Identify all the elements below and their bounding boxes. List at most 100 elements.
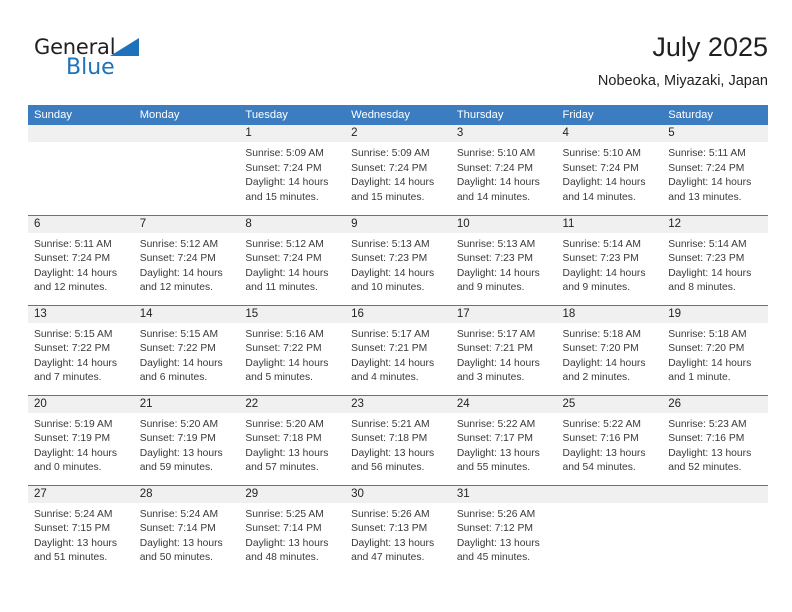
day-cell-empty	[133, 125, 240, 215]
day-cell[interactable]: 7 Sunrise: 5:12 AM Sunset: 7:24 PM Daylight…	[133, 214, 240, 305]
day-number: 29	[239, 485, 346, 503]
day-sunrise-text: Sunrise: 5:14 AM	[668, 238, 747, 250]
day-sunset-text: Sunset: 7:24 PM	[139, 253, 216, 265]
day-cell[interactable]: 26 Sunrise: 5:23 AM Sunset: 7:16 PM Dayligh…	[662, 394, 768, 485]
day-daylight2-text: and 10 minutes.	[351, 282, 425, 294]
day-cell[interactable]: 27 Sunrise: 5:24 AM Sunset: 7:15 PM Dayligh…	[28, 484, 134, 575]
day-cell-empty	[28, 125, 134, 215]
day-details: Sunrise: 5:15 AM Sunset: 7:22 PM Daylight:…	[28, 323, 134, 386]
day-sunset-text: Sunset: 7:15 PM	[34, 523, 111, 535]
day-details	[134, 142, 240, 147]
day-sunrise-text: Sunrise: 5:12 AM	[139, 238, 219, 250]
day-cell[interactable]: 6 Sunrise: 5:11 AM Sunset: 7:24 PM Daylight…	[28, 214, 134, 305]
day-details: Sunrise: 5:12 AM Sunset: 7:24 PM Daylight:…	[239, 233, 345, 296]
day-cell[interactable]: 4 Sunrise: 5:10 AM Sunset: 7:24 PM Daylight…	[556, 125, 663, 215]
day-details: Sunrise: 5:17 AM Sunset: 7:21 PM Daylight:…	[345, 323, 451, 386]
day-sunset-text: Sunset: 7:17 PM	[456, 433, 533, 445]
day-daylight1-text: Daylight: 14 hours	[456, 357, 540, 369]
day-daylight1-text: Daylight: 14 hours	[139, 267, 223, 279]
day-daylight1-text: Daylight: 14 hours	[668, 357, 752, 369]
day-daylight1-text: Daylight: 14 hours	[139, 357, 223, 369]
day-cell[interactable]: 11 Sunrise: 5:14 AM Sunset: 7:23 PM Dayligh…	[556, 214, 663, 305]
day-sunrise-text: Sunrise: 5:26 AM	[456, 508, 536, 520]
day-daylight1-text: Daylight: 14 hours	[245, 177, 329, 189]
day-cell[interactable]: 28 Sunrise: 5:24 AM Sunset: 7:14 PM Dayligh…	[133, 484, 240, 575]
day-number: 5	[662, 125, 768, 142]
day-details: Sunrise: 5:16 AM Sunset: 7:22 PM Daylight:…	[239, 323, 345, 386]
calendar-week-row: 20 Sunrise: 5:19 AM Sunset: 7:19 PM Dayligh…	[28, 394, 768, 485]
day-daylight2-text: and 13 minutes.	[668, 191, 742, 203]
day-details: Sunrise: 5:10 AM Sunset: 7:24 PM Daylight:…	[557, 142, 663, 205]
day-details: Sunrise: 5:24 AM Sunset: 7:15 PM Daylight:…	[28, 503, 134, 566]
day-details: Sunrise: 5:09 AM Sunset: 7:24 PM Daylight:…	[345, 142, 451, 205]
day-cell[interactable]: 24 Sunrise: 5:22 AM Sunset: 7:17 PM Dayligh…	[450, 394, 557, 485]
day-details: Sunrise: 5:24 AM Sunset: 7:14 PM Daylight:…	[134, 503, 240, 566]
weekday-header-sunday: Sunday	[28, 105, 134, 125]
day-cell[interactable]: 20 Sunrise: 5:19 AM Sunset: 7:19 PM Dayligh…	[28, 394, 134, 485]
day-daylight1-text: Daylight: 13 hours	[139, 537, 223, 549]
day-cell[interactable]: 22 Sunrise: 5:20 AM Sunset: 7:18 PM Dayligh…	[239, 394, 346, 485]
day-details	[28, 142, 134, 147]
day-sunset-text: Sunset: 7:23 PM	[456, 253, 533, 265]
day-sunset-text: Sunset: 7:14 PM	[139, 523, 216, 535]
day-daylight1-text: Daylight: 14 hours	[34, 357, 117, 369]
day-cell[interactable]: 15 Sunrise: 5:16 AM Sunset: 7:22 PM Dayligh…	[239, 304, 346, 395]
day-sunrise-text: Sunrise: 5:13 AM	[351, 238, 430, 250]
day-cell[interactable]: 18 Sunrise: 5:18 AM Sunset: 7:20 PM Dayligh…	[556, 304, 663, 395]
day-cell[interactable]: 25 Sunrise: 5:22 AM Sunset: 7:16 PM Dayligh…	[556, 394, 663, 485]
day-number: 11	[556, 215, 663, 233]
day-daylight2-text: and 14 minutes.	[456, 191, 531, 203]
day-daylight1-text: Daylight: 13 hours	[351, 447, 435, 459]
day-details: Sunrise: 5:22 AM Sunset: 7:16 PM Daylight:…	[557, 413, 663, 476]
day-number: 27	[28, 485, 134, 503]
day-details: Sunrise: 5:15 AM Sunset: 7:22 PM Daylight:…	[134, 323, 240, 386]
day-sunrise-text: Sunrise: 5:18 AM	[668, 328, 747, 340]
calendar-week-row: 27 Sunrise: 5:24 AM Sunset: 7:15 PM Dayligh…	[28, 484, 768, 575]
day-cell[interactable]: 2 Sunrise: 5:09 AM Sunset: 7:24 PM Daylight…	[345, 125, 451, 215]
day-details: Sunrise: 5:26 AM Sunset: 7:12 PM Daylight:…	[451, 503, 557, 566]
day-sunrise-text: Sunrise: 5:12 AM	[245, 238, 324, 250]
general-blue-logo[interactable]: General Blue	[34, 36, 214, 88]
day-cell[interactable]: 17 Sunrise: 5:17 AM Sunset: 7:21 PM Dayligh…	[450, 304, 557, 395]
day-sunset-text: Sunset: 7:23 PM	[668, 253, 745, 265]
day-cell[interactable]: 12 Sunrise: 5:14 AM Sunset: 7:23 PM Dayligh…	[662, 214, 768, 305]
day-details: Sunrise: 5:26 AM Sunset: 7:13 PM Daylight:…	[345, 503, 451, 566]
day-number: 8	[239, 215, 346, 233]
day-cell[interactable]: 30 Sunrise: 5:26 AM Sunset: 7:13 PM Dayligh…	[345, 484, 451, 575]
day-details: Sunrise: 5:12 AM Sunset: 7:24 PM Daylight:…	[134, 233, 240, 296]
day-daylight2-text: and 7 minutes.	[34, 372, 102, 384]
day-number: 28	[133, 485, 240, 503]
day-cell[interactable]: 9 Sunrise: 5:13 AM Sunset: 7:23 PM Daylight…	[345, 214, 451, 305]
day-sunset-text: Sunset: 7:18 PM	[351, 433, 428, 445]
day-cell[interactable]: 21 Sunrise: 5:20 AM Sunset: 7:19 PM Dayligh…	[133, 394, 240, 485]
day-sunset-text: Sunset: 7:23 PM	[562, 253, 639, 265]
day-sunset-text: Sunset: 7:16 PM	[562, 433, 639, 445]
day-cell[interactable]: 19 Sunrise: 5:18 AM Sunset: 7:20 PM Dayligh…	[662, 304, 768, 395]
day-cell[interactable]: 16 Sunrise: 5:17 AM Sunset: 7:21 PM Dayligh…	[345, 304, 451, 395]
day-cell[interactable]: 5 Sunrise: 5:11 AM Sunset: 7:24 PM Daylight…	[662, 125, 768, 215]
day-cell[interactable]: 3 Sunrise: 5:10 AM Sunset: 7:24 PM Daylight…	[450, 125, 557, 215]
logo-text-blue: Blue	[66, 55, 115, 80]
day-daylight2-text: and 9 minutes.	[456, 282, 525, 294]
day-sunrise-text: Sunrise: 5:23 AM	[668, 418, 747, 430]
day-cell[interactable]: 13 Sunrise: 5:15 AM Sunset: 7:22 PM Dayligh…	[28, 304, 134, 395]
calendar-page: General Blue July 2025 Nobeoka, Miyazaki…	[0, 0, 792, 612]
day-daylight1-text: Daylight: 14 hours	[668, 267, 752, 279]
day-details: Sunrise: 5:18 AM Sunset: 7:20 PM Daylight:…	[662, 323, 768, 386]
day-cell[interactable]: 1 Sunrise: 5:09 AM Sunset: 7:24 PM Daylight…	[239, 125, 346, 215]
day-daylight2-text: and 48 minutes.	[245, 552, 319, 564]
day-sunset-text: Sunset: 7:18 PM	[245, 433, 322, 445]
day-cell[interactable]: 14 Sunrise: 5:15 AM Sunset: 7:22 PM Dayligh…	[133, 304, 240, 395]
page-title: July 2025	[652, 32, 768, 62]
day-cell[interactable]: 23 Sunrise: 5:21 AM Sunset: 7:18 PM Dayligh…	[345, 394, 451, 485]
calendar-week-row: 1 Sunrise: 5:09 AM Sunset: 7:24 PM Daylight…	[28, 125, 768, 215]
day-cell[interactable]: 29 Sunrise: 5:25 AM Sunset: 7:14 PM Dayligh…	[239, 484, 346, 575]
day-number: 22	[239, 395, 346, 413]
day-cell[interactable]: 31 Sunrise: 5:26 AM Sunset: 7:12 PM Dayligh…	[450, 484, 557, 575]
day-sunrise-text: Sunrise: 5:16 AM	[245, 328, 324, 340]
day-sunrise-text: Sunrise: 5:21 AM	[351, 418, 430, 430]
day-cell[interactable]: 8 Sunrise: 5:12 AM Sunset: 7:24 PM Daylight…	[239, 214, 346, 305]
day-details: Sunrise: 5:21 AM Sunset: 7:18 PM Daylight:…	[345, 413, 451, 476]
day-cell[interactable]: 10 Sunrise: 5:13 AM Sunset: 7:23 PM Dayligh…	[450, 214, 557, 305]
day-sunset-text: Sunset: 7:23 PM	[351, 253, 428, 265]
